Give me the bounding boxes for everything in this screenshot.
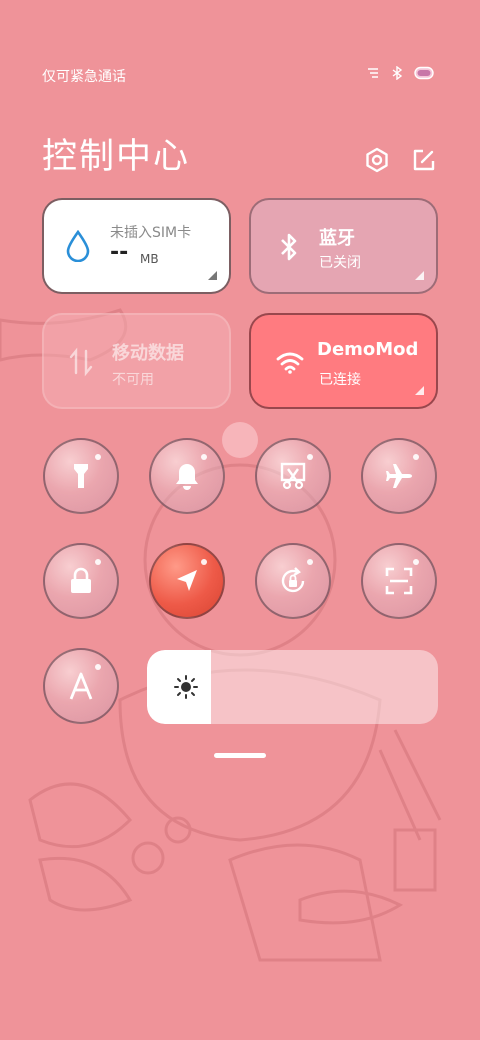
airplane-icon [386,464,412,488]
edit-icon[interactable] [410,146,438,174]
bluetooth-headset-icon [392,66,403,80]
status-icons [366,66,436,80]
data-usage-tile[interactable]: 未插入SIM卡 -- MB [42,198,231,294]
wifi-status: 已连接 [319,372,361,388]
signal-icon [368,68,378,78]
mobile-data-status: 不可用 [112,372,154,388]
wifi-icon [276,352,304,374]
battery-icon [414,66,434,80]
ringer-toggle[interactable] [149,438,225,514]
sim-status-label: 未插入SIM卡 [110,225,192,241]
rotate-lock-icon [281,567,305,593]
water-drop-icon [66,230,90,262]
auto-brightness-toggle[interactable] [43,648,119,724]
mobile-data-arrows-icon [69,347,93,377]
expand-corner-icon [208,271,217,280]
expand-corner-icon [415,386,424,395]
home-indicator[interactable] [214,753,266,758]
bluetooth-icon [281,233,297,261]
airplane-mode-toggle[interactable] [361,438,437,514]
mobile-data-label: 移动数据 [112,343,184,364]
data-usage-value: -- [110,240,129,265]
scissors-icon [280,462,306,490]
letter-a-icon [69,672,93,700]
lock-screen-toggle[interactable] [43,543,119,619]
settings-icon[interactable] [363,146,391,174]
flashlight-icon [74,464,88,488]
wifi-tile[interactable]: DemoMod 已连接 [249,313,438,409]
navigation-arrow-icon [177,570,197,591]
bell-icon [176,464,198,490]
screenshot-toggle[interactable] [255,438,331,514]
lock-icon [71,567,91,593]
expand-corner-icon [415,271,424,280]
location-toggle[interactable] [149,543,225,619]
wifi-network-name: DemoMod [317,339,419,360]
bluetooth-status: 已关闭 [319,255,361,271]
scan-icon [385,567,413,595]
mobile-data-tile[interactable]: 移动数据 不可用 [42,313,231,409]
sun-icon [174,675,198,699]
status-carrier-text: 仅可紧急通话 [42,69,126,85]
brightness-slider[interactable] [147,650,438,724]
flashlight-toggle[interactable] [43,438,119,514]
bluetooth-tile[interactable]: 蓝牙 已关闭 [249,198,438,294]
data-usage-unit: MB [140,252,159,266]
scanner-toggle[interactable] [361,543,437,619]
bluetooth-label: 蓝牙 [319,228,355,249]
auto-rotate-toggle[interactable] [255,543,331,619]
page-title: 控制中心 [42,137,191,177]
